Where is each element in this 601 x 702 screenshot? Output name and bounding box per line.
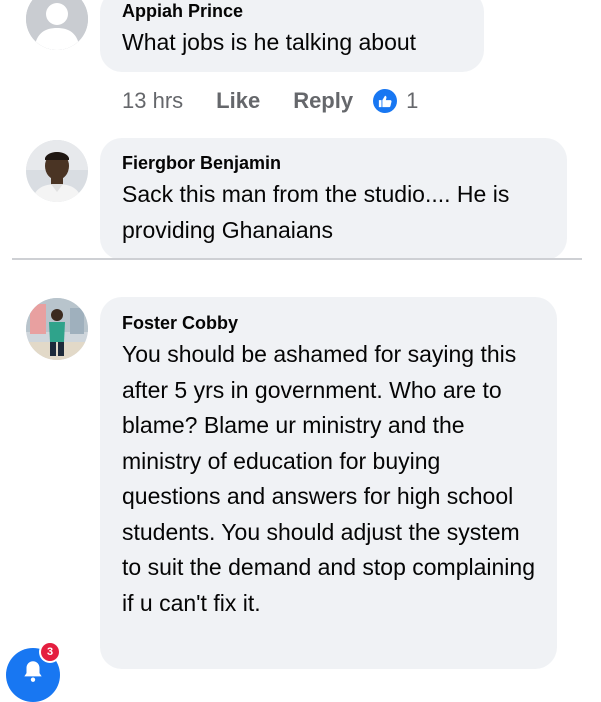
comment-author[interactable]: Appiah Prince [122,0,462,22]
like-thumb-icon[interactable] [373,89,398,113]
comment-text: You should be ashamed for saying this af… [122,341,535,616]
notification-count-badge[interactable]: 3 [41,643,59,661]
reply-button[interactable]: Reply [293,88,353,114]
like-button[interactable]: Like [216,88,260,114]
reaction-count[interactable]: 1 [406,88,418,114]
avatar[interactable] [26,0,88,50]
divider [12,258,582,260]
comment-bubble: Foster Cobby You should be ashamed for s… [100,297,557,669]
avatar[interactable] [26,298,88,360]
comment-bubble: Appiah Prince What jobs is he talking ab… [100,0,484,72]
comment-author[interactable]: Fiergbor Benjamin [122,152,545,174]
comment-timestamp[interactable]: 13 hrs [122,88,183,114]
bell-icon [24,661,42,682]
comment-actions: 13 hrs Like Reply 1 [122,85,418,117]
comment-author[interactable]: Foster Cobby [122,312,535,334]
user-photo [26,298,88,360]
avatar[interactable] [26,140,88,202]
default-profile-icon [26,0,88,50]
comment-bubble: Fiergbor Benjamin Sack this man from the… [100,138,567,260]
comment-text: Sack this man from the studio.... He is … [122,181,510,243]
user-photo [26,140,88,202]
comment-text: What jobs is he talking about [122,29,417,55]
